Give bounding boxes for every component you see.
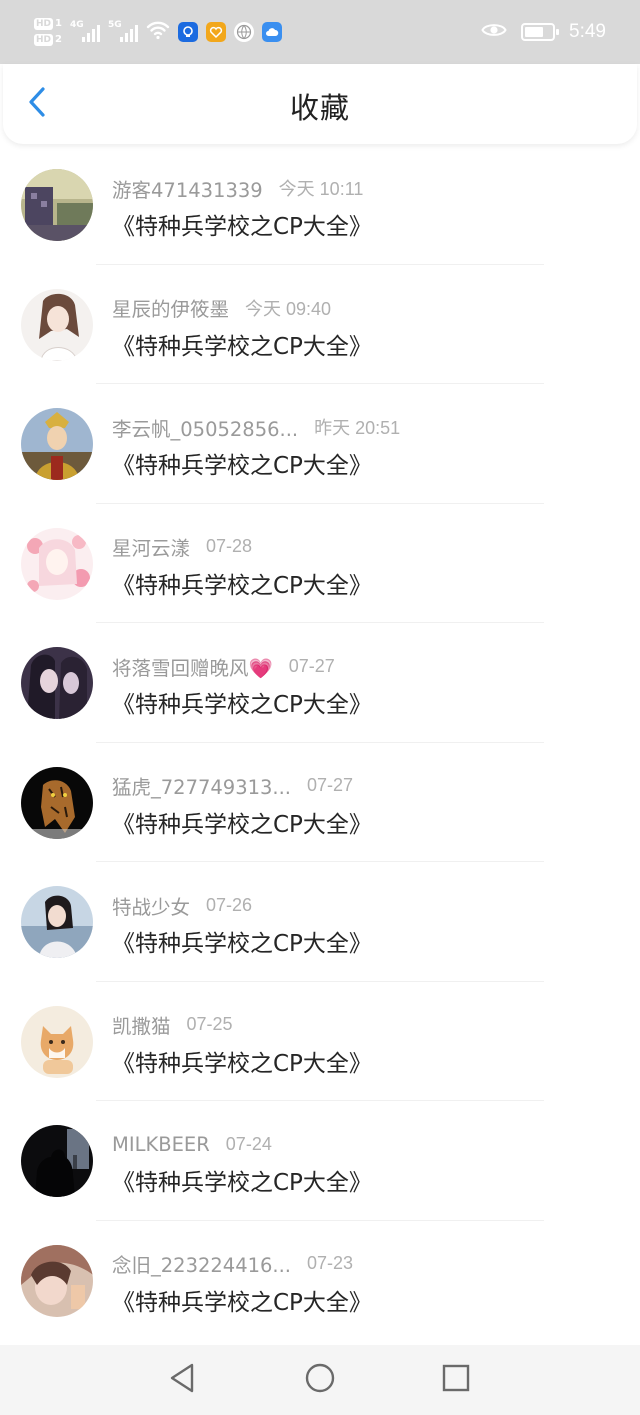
timestamp: 07-24 [225,1133,272,1154]
item-meta: 星辰的伊筱墨 今天 09:40 [112,295,331,321]
sim-number: 1 [55,18,62,29]
avatar[interactable] [21,408,93,480]
item-meta: 凯撒猫 07-25 [112,1012,233,1038]
nav-home-button[interactable] [302,1362,338,1398]
nav-recents-button[interactable] [438,1362,474,1398]
list-item[interactable]: MILKBEER 07-24 《特种兵学校之CP大全》 [0,1101,640,1221]
work-title[interactable]: 《特种兵学校之CP大全》 [112,207,372,241]
work-title[interactable]: 《特种兵学校之CP大全》 [112,805,372,839]
nav-back-button[interactable] [164,1362,200,1398]
list-item[interactable]: 星辰的伊筱墨 今天 09:40 《特种兵学校之CP大全》 [0,265,640,384]
work-title[interactable]: 《特种兵学校之CP大全》 [112,1044,372,1078]
username[interactable]: 猛虎_727749313... [112,771,291,800]
timestamp: 07-26 [206,894,253,915]
item-meta: 猛虎_727749313... 07-27 [112,773,353,799]
work-title[interactable]: 《特种兵学校之CP大全》 [112,685,372,719]
battery-level [525,27,544,37]
lightbulb-icon [177,22,198,42]
list-item[interactable]: 凯撒猫 07-25 《特种兵学校之CP大全》 [0,982,640,1101]
item-meta: 星河云漾 07-28 [112,534,252,560]
item-meta: MILKBEER 07-24 [112,1131,272,1157]
timestamp: 07-23 [307,1253,354,1273]
avatar[interactable] [21,1005,93,1078]
item-meta: 李云帆_05052856... 昨天 20:51 [112,413,401,442]
page-title: 收藏 [289,91,350,125]
avatar[interactable] [21,886,93,958]
status-bar: HD 1 HD 2 4G 5G 5:49 [0,0,640,64]
triangle-back-icon [168,1362,196,1398]
cloud-icon [261,22,282,42]
list-item[interactable]: 星河云漾 07-28 《特种兵学校之CP大全》 [0,504,640,623]
username[interactable]: 念旧_223224416... [112,1249,291,1278]
square-recents-icon [441,1363,471,1397]
avatar[interactable] [21,169,93,241]
work-title[interactable]: 《特种兵学校之CP大全》 [112,327,372,361]
username[interactable]: 李云帆_05052856... [112,413,298,442]
hd-badge: HD [34,18,54,30]
avatar[interactable] [21,527,93,600]
list-item[interactable]: 李云帆_05052856... 昨天 20:51 《特种兵学校之CP大全》 [0,384,640,504]
timestamp: 07-28 [206,536,253,556]
work-title[interactable]: 《特种兵学校之CP大全》 [112,924,372,958]
username[interactable]: 星辰的伊筱墨 [112,293,229,322]
avatar[interactable] [21,1244,93,1317]
item-meta: 特战少女 07-26 [112,891,253,920]
list-item[interactable]: 念旧_223224416... 07-23 《特种兵学校之CP大全》 [0,1221,640,1341]
list-item[interactable]: 将落雪回赠晚风💗 07-27 《特种兵学校之CP大全》 [0,623,640,743]
clock: 5:49 [569,21,606,42]
avatar[interactable] [21,766,93,839]
timestamp: 今天 09:40 [245,298,332,319]
hd-indicators: HD 1 HD 2 [34,18,62,46]
status-right: 5:49 [481,12,606,52]
item-meta: 游客471431339 今天 10:11 [112,174,364,203]
timestamp: 昨天 20:51 [314,418,401,438]
hd-sim2: HD 2 [34,34,62,46]
list-item[interactable]: 特战少女 07-26 《特种兵学校之CP大全》 [0,862,640,982]
circle-home-icon [304,1362,336,1398]
list-item[interactable]: 猛虎_727749313... 07-27 《特种兵学校之CP大全》 [0,743,640,862]
item-meta: 念旧_223224416... 07-23 [112,1251,353,1277]
signal-sim2: 5G [108,20,138,44]
work-title[interactable]: 《特种兵学校之CP大全》 [112,1283,372,1317]
wifi-icon [146,20,170,44]
sim-number: 2 [55,34,62,45]
signal-bars-icon [81,25,100,42]
username[interactable]: 特战少女 [112,891,190,920]
work-title[interactable]: 《特种兵学校之CP大全》 [112,566,372,600]
favorites-list: 游客471431339 今天 10:11 《特种兵学校之CP大全》 星辰的伊筱墨… [0,145,640,1340]
status-left: HD 1 HD 2 4G 5G [34,12,282,52]
avatar[interactable] [21,1125,93,1197]
hd-badge: HD [34,34,54,46]
heart-badge-icon [205,22,226,42]
avatar[interactable] [21,288,93,361]
app-header: 收藏 [3,64,637,144]
timestamp: 07-27 [307,775,354,795]
eye-icon [481,21,507,43]
username[interactable]: 游客471431339 [112,174,263,203]
username[interactable]: MILKBEER [112,1133,210,1156]
signal-sim1: 4G [70,20,100,44]
battery-icon [521,23,560,41]
hd-sim1: HD 1 [34,18,62,30]
username[interactable]: 将落雪回赠晚风💗 [112,652,273,681]
globe-icon [233,22,254,42]
signal-bars-icon [119,25,138,42]
timestamp: 07-27 [288,655,335,676]
work-title[interactable]: 《特种兵学校之CP大全》 [112,1163,372,1197]
timestamp: 07-25 [186,1014,233,1034]
system-nav-bar [0,1345,640,1415]
list-item[interactable]: 游客471431339 今天 10:11 《特种兵学校之CP大全》 [0,145,640,265]
username[interactable]: 星河云漾 [112,532,190,561]
work-title[interactable]: 《特种兵学校之CP大全》 [112,446,372,480]
avatar[interactable] [21,647,93,719]
item-meta: 将落雪回赠晚风💗 07-27 [112,652,335,681]
username[interactable]: 凯撒猫 [112,1010,171,1039]
timestamp: 今天 10:11 [278,179,364,199]
